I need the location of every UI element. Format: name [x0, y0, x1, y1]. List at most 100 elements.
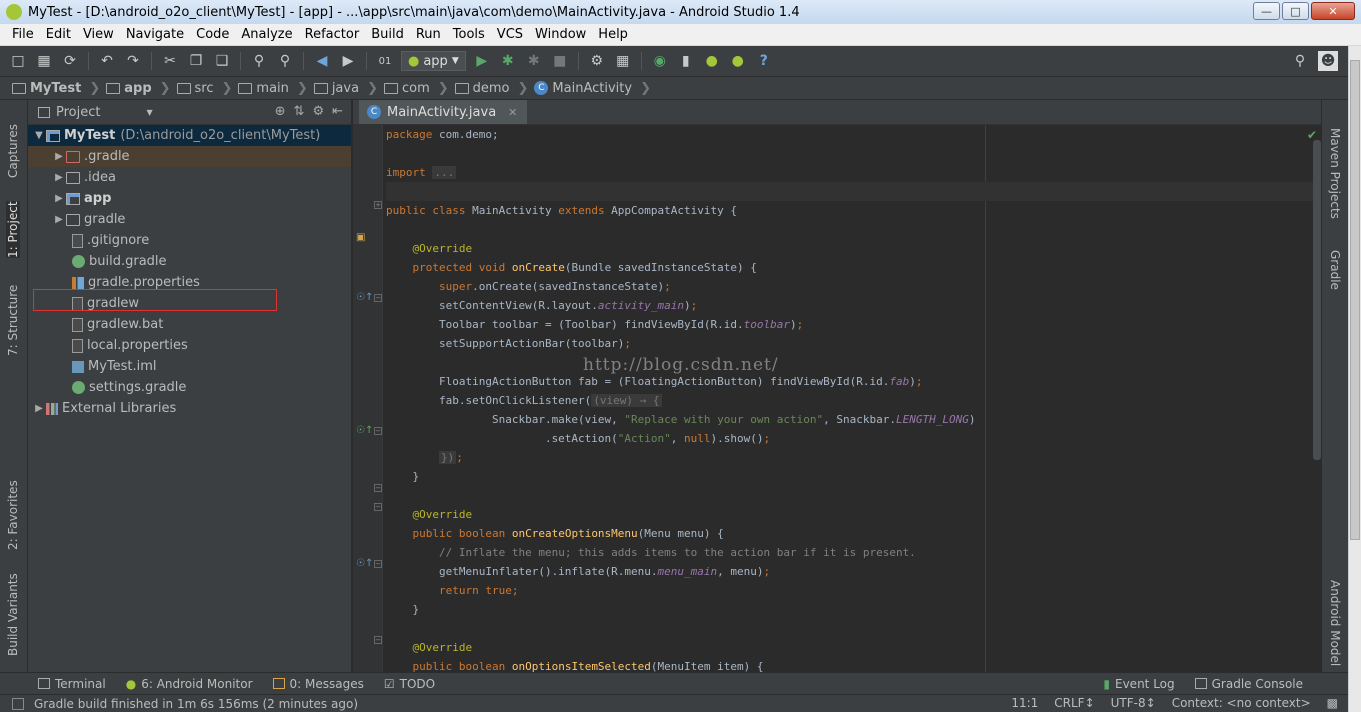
code-area[interactable]: package com.demo; import ... public clas… — [386, 125, 1321, 672]
tab-mainactivity[interactable]: C MainActivity.java ✕ — [359, 100, 528, 124]
tree-row-root[interactable]: ▼ MyTest (D:\android_o2o_client\MyTest) — [28, 125, 351, 146]
fold-toggle-icon[interactable]: − — [374, 427, 382, 435]
undo-icon[interactable]: ↶ — [97, 51, 117, 71]
avd-manager-icon[interactable]: ▮ — [676, 51, 696, 71]
tool-tab-project[interactable]: 1: Project — [6, 201, 20, 258]
forward-icon[interactable]: ▶ — [338, 51, 358, 71]
minimize-button[interactable]: — — [1253, 2, 1280, 20]
editor-scrollbar[interactable] — [1313, 140, 1321, 460]
collapsed-arrow-icon[interactable]: ▶ — [32, 403, 46, 414]
run-icon[interactable]: ▶ — [472, 51, 492, 71]
menu-tools[interactable]: Tools — [447, 27, 491, 42]
window-scrollbar[interactable] — [1348, 46, 1361, 712]
scrollbar-thumb[interactable] — [1350, 60, 1360, 540]
open-folder-icon[interactable]: □ — [8, 51, 28, 71]
close-button[interactable]: ✕ — [1311, 2, 1355, 20]
menu-analyze[interactable]: Analyze — [235, 27, 298, 42]
tree-row-dot-gradle[interactable]: ▶ .gradle — [28, 146, 351, 167]
save-all-icon[interactable]: ▦ — [34, 51, 54, 71]
fold-toggle-icon[interactable]: − — [374, 484, 382, 492]
tool-tab-android-model[interactable]: Android Model — [1328, 580, 1342, 666]
run-config-select[interactable]: ● app ▼ — [401, 51, 466, 71]
collapse-all-icon[interactable]: ⇅ — [294, 104, 305, 119]
search-everywhere-icon[interactable]: ⚲ — [1290, 51, 1310, 71]
project-structure-icon[interactable]: ⚙ — [587, 51, 607, 71]
menu-build[interactable]: Build — [365, 27, 410, 42]
lock-icon[interactable]: ▩ — [1327, 696, 1338, 710]
breadcrumb-item-main[interactable]: main ❯ — [238, 81, 313, 96]
tree-row-gradlew-bat[interactable]: gradlew.bat — [28, 314, 351, 335]
find-icon[interactable]: ⚲ — [249, 51, 269, 71]
line-separator[interactable]: CRLF↕ — [1054, 696, 1094, 710]
device-monitor-icon[interactable]: ● — [702, 51, 722, 71]
menu-navigate[interactable]: Navigate — [120, 27, 190, 42]
breadcrumb-item-java[interactable]: java ❯ — [313, 81, 384, 96]
tree-row-mytest-iml[interactable]: MyTest.iml — [28, 356, 351, 377]
help-icon[interactable]: ? — [754, 51, 774, 71]
paste-icon[interactable]: ❑ — [212, 51, 232, 71]
tab-terminal[interactable]: Terminal — [28, 677, 116, 691]
cut-icon[interactable]: ✂ — [160, 51, 180, 71]
fold-toggle-icon[interactable]: − — [374, 636, 382, 644]
menu-vcs[interactable]: VCS — [491, 27, 529, 42]
menu-refactor[interactable]: Refactor — [299, 27, 366, 42]
settings-gear-icon[interactable]: ⚙ — [312, 104, 324, 119]
run-marker-icon[interactable]: ☉↑ — [356, 425, 373, 436]
collapsed-arrow-icon[interactable]: ▶ — [52, 172, 66, 183]
menu-edit[interactable]: Edit — [40, 27, 77, 42]
tree-row-build-gradle[interactable]: build.gradle — [28, 251, 351, 272]
tab-todo[interactable]: ☑ TODO — [374, 677, 445, 691]
chevron-down-icon[interactable]: ▼ — [146, 108, 152, 117]
override-marker-icon[interactable]: ☉↑ — [356, 292, 373, 303]
project-view-select[interactable]: Project — [56, 105, 100, 120]
breadcrumb-item-demo[interactable]: demo ❯ — [454, 81, 535, 96]
breadcrumb-item-src[interactable]: src ❯ — [176, 81, 239, 96]
tool-tab-captures[interactable]: Captures — [6, 124, 20, 178]
class-marker-icon[interactable]: ▣ — [356, 232, 365, 243]
tab-messages[interactable]: 0: Messages — [263, 677, 374, 691]
collapsed-arrow-icon[interactable]: ▶ — [52, 193, 66, 204]
debug-icon[interactable]: ✱ — [498, 51, 518, 71]
sdk-manager-icon[interactable]: ▦ — [613, 51, 633, 71]
menu-run[interactable]: Run — [410, 27, 447, 42]
gradle-sync-icon[interactable]: ◉ — [650, 51, 670, 71]
back-icon[interactable]: ◀ — [312, 51, 332, 71]
breadcrumb-item-com[interactable]: com ❯ — [383, 81, 455, 96]
attach-debugger-icon[interactable]: ✱ — [524, 51, 544, 71]
scroll-from-source-icon[interactable]: ⊕ — [275, 104, 286, 119]
breadcrumb-item-mainactivity[interactable]: C MainActivity ❯ — [534, 81, 657, 96]
copy-icon[interactable]: ❐ — [186, 51, 206, 71]
menu-view[interactable]: View — [77, 27, 120, 42]
tab-event-log[interactable]: ▮ Event Log — [1093, 677, 1184, 691]
tool-tab-favorites[interactable]: 2: Favorites — [6, 480, 20, 550]
hide-panel-icon[interactable]: ⇤ — [332, 104, 343, 119]
replace-icon[interactable]: ⚲ — [275, 51, 295, 71]
stop-icon[interactable]: ■ — [550, 51, 570, 71]
toggle-tool-windows-icon[interactable] — [12, 697, 24, 710]
cursor-position[interactable]: 11:1 — [1011, 696, 1038, 710]
tab-android-monitor[interactable]: ● 6: Android Monitor — [116, 677, 263, 691]
tree-row-gradle[interactable]: ▶ gradle — [28, 209, 351, 230]
tree-row-local-properties[interactable]: local.properties — [28, 335, 351, 356]
breadcrumb-item-app[interactable]: app ❯ — [106, 81, 176, 96]
override-marker-icon[interactable]: ☉↑ — [356, 558, 373, 569]
collapsed-arrow-icon[interactable]: ▶ — [52, 214, 66, 225]
tool-tab-maven-projects[interactable]: Maven Projects — [1328, 128, 1342, 219]
tool-tab-build-variants[interactable]: Build Variants — [6, 573, 20, 656]
redo-icon[interactable]: ↷ — [123, 51, 143, 71]
tree-row-gitignore[interactable]: .gitignore — [28, 230, 351, 251]
maximize-button[interactable]: □ — [1282, 2, 1309, 20]
menu-code[interactable]: Code — [190, 27, 235, 42]
tree-row-settings-gradle[interactable]: settings.gradle — [28, 377, 351, 398]
file-encoding[interactable]: UTF-8↕ — [1111, 696, 1156, 710]
tool-tab-structure[interactable]: 7: Structure — [6, 285, 20, 356]
user-icon[interactable]: ☻ — [1318, 51, 1338, 71]
sdk-android-icon[interactable]: ● — [728, 51, 748, 71]
fold-toggle-icon[interactable]: − — [374, 503, 382, 511]
sync-icon[interactable]: ⟳ — [60, 51, 80, 71]
fold-toggle-icon[interactable]: + — [374, 201, 382, 209]
make-project-icon[interactable]: 01 — [375, 51, 395, 71]
close-tab-icon[interactable]: ✕ — [508, 106, 517, 119]
menu-window[interactable]: Window — [529, 27, 592, 42]
breadcrumb-item-mytest[interactable]: MyTest ❯ — [12, 81, 106, 96]
